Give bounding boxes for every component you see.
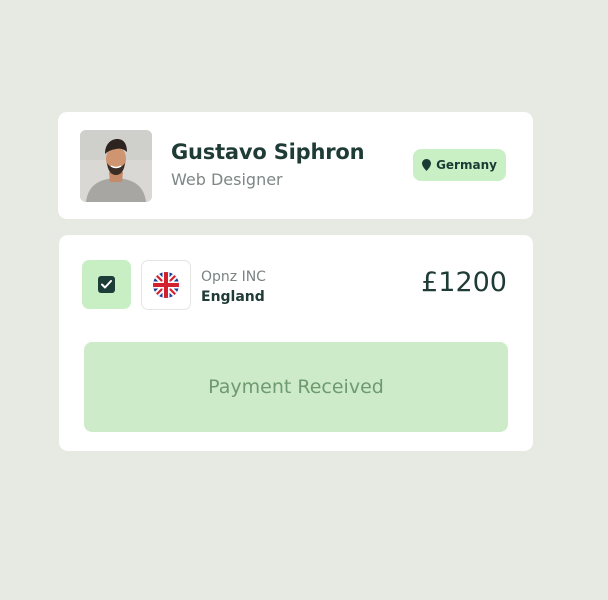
map-pin-icon	[422, 159, 432, 171]
uk-flag-icon	[141, 260, 191, 310]
location-badge[interactable]: Germany	[413, 149, 506, 181]
location-label: Germany	[436, 158, 497, 172]
company-country: England	[201, 289, 265, 305]
avatar	[80, 130, 152, 202]
payment-checkbox[interactable]	[82, 260, 131, 309]
profile-card: Gustavo Siphron Web Designer Germany	[58, 112, 533, 219]
company-name: Opnz INC	[201, 269, 266, 285]
checkmark-icon	[98, 276, 115, 293]
payment-amount: £1200	[421, 267, 507, 298]
profile-name: Gustavo Siphron	[171, 140, 365, 164]
payment-status-button[interactable]: Payment Received	[84, 342, 508, 432]
profile-role: Web Designer	[171, 170, 283, 189]
payment-card: Opnz INC England £1200 Payment Received	[59, 235, 533, 451]
person-photo	[80, 130, 152, 202]
